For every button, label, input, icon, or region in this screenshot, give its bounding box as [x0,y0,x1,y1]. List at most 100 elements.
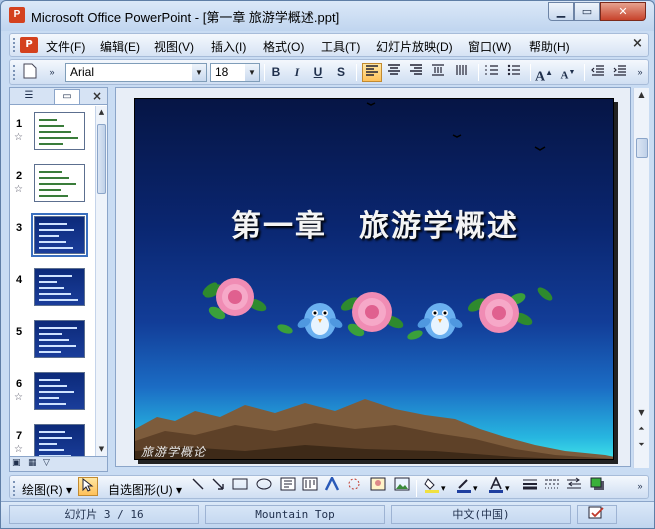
slide-thumbnail-row[interactable]: 5 [10,318,94,368]
slide-thumbnail[interactable] [34,268,85,306]
menu-tools[interactable]: 工具(T) [321,38,360,55]
slideshow-view-icon[interactable]: ▽ [43,458,50,468]
slide-scrollbar[interactable]: ▲ ▼ ⏶ ⏷ [633,88,649,468]
rectangle-icon[interactable] [230,477,250,496]
line-style-icon[interactable] [520,477,540,496]
italic-button[interactable]: I [287,63,307,82]
menu-edit[interactable]: 编辑(E) [100,38,140,55]
slide-thumbnail[interactable] [34,112,85,150]
scroll-thumb[interactable] [97,124,106,194]
slide-thumbnail-row[interactable]: 6 ☆ [10,370,94,420]
current-slide[interactable]: 第一章 旅游学概述 旅游学概论 [134,98,614,460]
previous-slide-icon[interactable]: ⏶ [634,422,649,436]
slide-thumbnail-row[interactable]: 4 [10,266,94,316]
menu-window[interactable]: 窗口(W) [468,38,511,55]
shadow-button[interactable]: S [331,63,351,82]
autoshapes-menu[interactable]: 自选图形(U) ▾ [108,481,182,498]
line-color-icon[interactable] [454,477,474,496]
spelling-check-icon[interactable] [577,505,617,524]
distribute-icon[interactable] [428,63,448,82]
scroll-thumb[interactable] [636,138,648,158]
text-direction-icon[interactable] [452,63,472,82]
chevron-down-icon[interactable]: ▼ [192,64,206,81]
numbering-icon[interactable] [482,63,502,82]
underline-button[interactable]: U [308,63,328,82]
align-right-button[interactable] [406,63,426,82]
menu-insert[interactable]: 插入(I) [211,38,246,55]
oval-icon[interactable] [254,477,274,496]
close-button[interactable]: ✕ [600,2,646,21]
font-name-combo[interactable]: Arial ▼ [65,63,207,82]
slide-thumbnail[interactable] [34,320,85,358]
bold-button[interactable]: B [266,63,286,82]
menu-view[interactable]: 视图(V) [154,38,194,55]
slide-thumbnail[interactable] [34,424,85,456]
slide-thumbnail[interactable] [31,213,88,257]
slide-thumbnail[interactable] [34,372,85,410]
vertical-textbox-icon[interactable] [300,477,320,496]
textbox-icon[interactable] [278,477,298,496]
language-status[interactable]: 中文(中国) [391,505,571,524]
document-icon[interactable]: P [20,37,38,53]
maximize-button[interactable]: ▭ [574,2,600,21]
slide-thumbnail-row[interactable]: 2 ☆ [10,162,94,212]
slide-thumbnail[interactable] [34,164,85,202]
fill-color-icon[interactable] [422,477,442,496]
insert-picture-icon[interactable] [392,477,412,496]
slide-sorter-icon[interactable]: ▦ [28,458,37,468]
normal-view-icon[interactable]: ▣ [12,458,21,468]
thumbnail-scrollbar[interactable]: ▲ ▼ [95,106,107,456]
clipart-icon[interactable] [368,477,388,496]
design-template-status[interactable]: Mountain Top [205,505,385,524]
wordart-icon[interactable] [322,475,342,496]
draw-menu[interactable]: 绘图(R) ▾ [22,481,72,498]
toolbar-grip[interactable] [13,38,16,52]
scroll-up-icon[interactable]: ▲ [634,88,649,102]
increase-indent-icon[interactable] [610,63,630,82]
tab-outline[interactable]: ☰ [16,89,42,104]
decrease-indent-icon[interactable] [588,63,608,82]
toolbar-options-icon[interactable]: » [42,63,62,82]
slide-thumbnail-row[interactable]: 7 ☆ [10,422,94,456]
arrow-icon[interactable] [208,477,228,496]
shadow-style-icon[interactable] [588,477,608,496]
slide-title[interactable]: 第一章 旅游学概述 [135,201,613,245]
document-close-icon[interactable]: × [632,36,643,51]
chevron-down-icon[interactable]: ▾ [473,483,478,494]
menu-file[interactable]: 文件(F) [46,38,85,55]
bullets-icon[interactable] [504,63,524,82]
chevron-down-icon[interactable]: ▾ [441,483,446,494]
menu-help[interactable]: 帮助(H) [529,38,570,55]
menu-slideshow[interactable]: 幻灯片放映(D) [376,38,453,55]
menu-format[interactable]: 格式(O) [263,38,304,55]
slide-footer[interactable]: 旅游学概论 [141,443,206,459]
align-center-button[interactable] [384,63,404,82]
line-icon[interactable] [188,477,208,496]
slide-thumbnail-row[interactable]: 1 ☆ [10,110,94,160]
dash-style-icon[interactable] [542,477,562,496]
toolbar-options-icon[interactable]: » [630,63,650,82]
arrow-style-icon[interactable] [564,477,584,496]
new-document-icon[interactable] [20,63,40,82]
diagram-icon[interactable] [344,477,364,496]
pane-close-icon[interactable]: × [92,89,102,103]
font-size-combo[interactable]: 18 ▼ [210,63,260,82]
increase-font-button[interactable]: A▲ [534,63,554,85]
toolbar-grip[interactable] [13,481,16,496]
decrease-font-button[interactable]: A▼ [558,63,578,82]
tab-slides[interactable]: ▭ [54,89,80,104]
powerpoint-icon[interactable]: P [9,7,25,23]
scroll-up-icon[interactable]: ▲ [96,106,107,118]
toolbar-options-icon[interactable]: » [630,477,650,496]
chevron-down-icon[interactable]: ▼ [245,64,259,81]
toolbar-grip[interactable] [13,65,16,80]
minimize-button[interactable]: ▁ [548,2,574,21]
scroll-down-icon[interactable]: ▼ [634,406,649,420]
slide-thumbnail-row[interactable]: 3 [10,213,94,264]
select-pointer-icon[interactable] [78,477,98,496]
next-slide-icon[interactable]: ⏷ [634,438,649,452]
align-left-button[interactable] [362,63,382,82]
chevron-down-icon[interactable]: ▾ [505,483,510,494]
scroll-down-icon[interactable]: ▼ [96,443,107,455]
font-color-icon[interactable] [486,476,506,496]
